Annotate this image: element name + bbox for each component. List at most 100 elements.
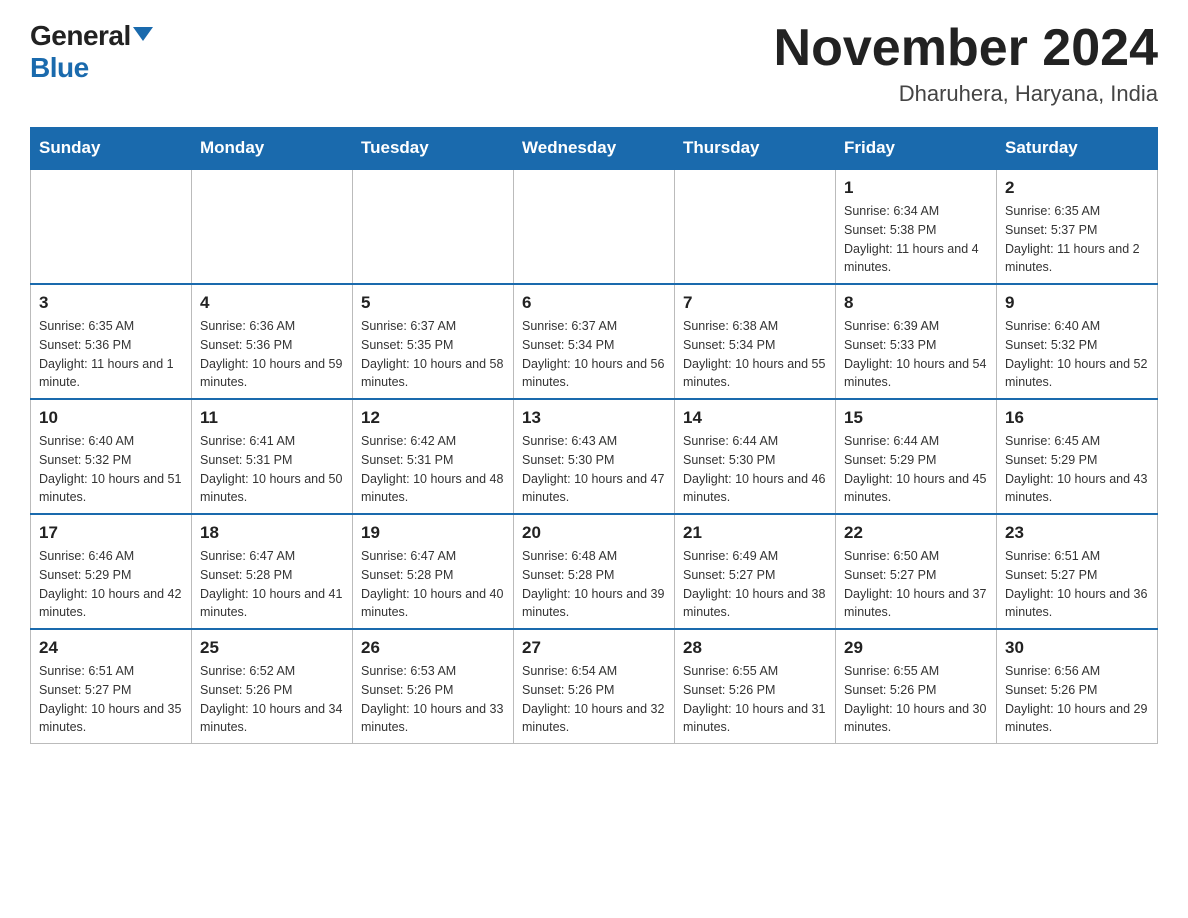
day-number: 22 [844, 523, 988, 543]
day-info: Sunrise: 6:37 AM Sunset: 5:34 PM Dayligh… [522, 317, 666, 392]
day-info: Sunrise: 6:55 AM Sunset: 5:26 PM Dayligh… [844, 662, 988, 737]
day-number: 1 [844, 178, 988, 198]
calendar-cell: 23 Sunrise: 6:51 AM Sunset: 5:27 PM Dayli… [997, 514, 1158, 629]
day-info: Sunrise: 6:53 AM Sunset: 5:26 PM Dayligh… [361, 662, 505, 737]
day-number: 3 [39, 293, 183, 313]
calendar-cell: 1 Sunrise: 6:34 AM Sunset: 5:38 PM Daylig… [836, 169, 997, 284]
day-number: 18 [200, 523, 344, 543]
calendar-cell: 2 Sunrise: 6:35 AM Sunset: 5:37 PM Daylig… [997, 169, 1158, 284]
calendar-cell: 4Sunrise: 6:36 AM Sunset: 5:36 PM Daylig… [192, 284, 353, 399]
day-info: Sunrise: 6:51 AM Sunset: 5:27 PM Dayligh… [39, 662, 183, 737]
week-row-5: 24 Sunrise: 6:51 AM Sunset: 5:27 PM Dayli… [31, 629, 1158, 744]
calendar-cell: 3 Sunrise: 6:35 AM Sunset: 5:36 PM Daylig… [31, 284, 192, 399]
calendar-title: November 2024 [774, 20, 1158, 77]
calendar-subtitle: Dharuhera, Haryana, India [774, 81, 1158, 107]
day-number: 9 [1005, 293, 1149, 313]
calendar-cell [31, 169, 192, 284]
day-info: Sunrise: 6:44 AM Sunset: 5:29 PM Dayligh… [844, 432, 988, 507]
week-row-3: 10 Sunrise: 6:40 AM Sunset: 5:32 PM Dayli… [31, 399, 1158, 514]
calendar-cell: 29Sunrise: 6:55 AM Sunset: 5:26 PM Dayli… [836, 629, 997, 744]
day-number: 10 [39, 408, 183, 428]
day-header-thursday: Thursday [675, 128, 836, 170]
day-info: Sunrise: 6:34 AM Sunset: 5:38 PM Dayligh… [844, 202, 988, 277]
calendar-cell [192, 169, 353, 284]
day-number: 24 [39, 638, 183, 658]
calendar-cell: 8 Sunrise: 6:39 AM Sunset: 5:33 PM Daylig… [836, 284, 997, 399]
logo: General Blue [30, 20, 153, 84]
day-info: Sunrise: 6:49 AM Sunset: 5:27 PM Dayligh… [683, 547, 827, 622]
calendar-cell: 22Sunrise: 6:50 AM Sunset: 5:27 PM Dayli… [836, 514, 997, 629]
calendar-cell: 25 Sunrise: 6:52 AM Sunset: 5:26 PM Dayli… [192, 629, 353, 744]
logo-triangle-icon [133, 27, 153, 41]
calendar-cell: 10 Sunrise: 6:40 AM Sunset: 5:32 PM Dayli… [31, 399, 192, 514]
day-info: Sunrise: 6:35 AM Sunset: 5:37 PM Dayligh… [1005, 202, 1149, 277]
calendar-cell: 18 Sunrise: 6:47 AM Sunset: 5:28 PM Dayli… [192, 514, 353, 629]
calendar-cell: 28 Sunrise: 6:55 AM Sunset: 5:26 PM Dayli… [675, 629, 836, 744]
logo-blue-text: Blue [30, 52, 89, 84]
day-info: Sunrise: 6:38 AM Sunset: 5:34 PM Dayligh… [683, 317, 827, 392]
day-number: 28 [683, 638, 827, 658]
calendar-cell [514, 169, 675, 284]
day-header-friday: Friday [836, 128, 997, 170]
calendar-cell: 6Sunrise: 6:37 AM Sunset: 5:34 PM Daylig… [514, 284, 675, 399]
day-number: 21 [683, 523, 827, 543]
day-info: Sunrise: 6:44 AM Sunset: 5:30 PM Dayligh… [683, 432, 827, 507]
day-info: Sunrise: 6:35 AM Sunset: 5:36 PM Dayligh… [39, 317, 183, 392]
day-number: 20 [522, 523, 666, 543]
day-number: 26 [361, 638, 505, 658]
day-info: Sunrise: 6:39 AM Sunset: 5:33 PM Dayligh… [844, 317, 988, 392]
days-of-week-row: SundayMondayTuesdayWednesdayThursdayFrid… [31, 128, 1158, 170]
day-number: 23 [1005, 523, 1149, 543]
day-info: Sunrise: 6:40 AM Sunset: 5:32 PM Dayligh… [39, 432, 183, 507]
logo-general-text: General [30, 20, 131, 52]
week-row-1: 1 Sunrise: 6:34 AM Sunset: 5:38 PM Daylig… [31, 169, 1158, 284]
day-number: 19 [361, 523, 505, 543]
calendar-cell: 17 Sunrise: 6:46 AM Sunset: 5:29 PM Dayli… [31, 514, 192, 629]
day-info: Sunrise: 6:47 AM Sunset: 5:28 PM Dayligh… [361, 547, 505, 622]
calendar-cell: 27 Sunrise: 6:54 AM Sunset: 5:26 PM Dayli… [514, 629, 675, 744]
title-area: November 2024 Dharuhera, Haryana, India [774, 20, 1158, 107]
day-number: 8 [844, 293, 988, 313]
day-number: 11 [200, 408, 344, 428]
calendar-cell: 11 Sunrise: 6:41 AM Sunset: 5:31 PM Dayli… [192, 399, 353, 514]
calendar-cell: 21 Sunrise: 6:49 AM Sunset: 5:27 PM Dayli… [675, 514, 836, 629]
calendar-cell: 24 Sunrise: 6:51 AM Sunset: 5:27 PM Dayli… [31, 629, 192, 744]
calendar-header: SundayMondayTuesdayWednesdayThursdayFrid… [31, 128, 1158, 170]
day-number: 15 [844, 408, 988, 428]
day-info: Sunrise: 6:55 AM Sunset: 5:26 PM Dayligh… [683, 662, 827, 737]
calendar-cell [353, 169, 514, 284]
day-info: Sunrise: 6:47 AM Sunset: 5:28 PM Dayligh… [200, 547, 344, 622]
day-number: 2 [1005, 178, 1149, 198]
week-row-4: 17 Sunrise: 6:46 AM Sunset: 5:29 PM Dayli… [31, 514, 1158, 629]
day-info: Sunrise: 6:51 AM Sunset: 5:27 PM Dayligh… [1005, 547, 1149, 622]
day-info: Sunrise: 6:41 AM Sunset: 5:31 PM Dayligh… [200, 432, 344, 507]
day-info: Sunrise: 6:40 AM Sunset: 5:32 PM Dayligh… [1005, 317, 1149, 392]
day-info: Sunrise: 6:43 AM Sunset: 5:30 PM Dayligh… [522, 432, 666, 507]
day-header-wednesday: Wednesday [514, 128, 675, 170]
calendar-table: SundayMondayTuesdayWednesdayThursdayFrid… [30, 127, 1158, 744]
day-info: Sunrise: 6:37 AM Sunset: 5:35 PM Dayligh… [361, 317, 505, 392]
calendar-cell: 15 Sunrise: 6:44 AM Sunset: 5:29 PM Dayli… [836, 399, 997, 514]
calendar-cell: 20 Sunrise: 6:48 AM Sunset: 5:28 PM Dayli… [514, 514, 675, 629]
calendar-cell: 13 Sunrise: 6:43 AM Sunset: 5:30 PM Dayli… [514, 399, 675, 514]
day-info: Sunrise: 6:46 AM Sunset: 5:29 PM Dayligh… [39, 547, 183, 622]
day-info: Sunrise: 6:36 AM Sunset: 5:36 PM Dayligh… [200, 317, 344, 392]
day-number: 5 [361, 293, 505, 313]
day-header-monday: Monday [192, 128, 353, 170]
day-number: 16 [1005, 408, 1149, 428]
day-number: 14 [683, 408, 827, 428]
calendar-cell: 16Sunrise: 6:45 AM Sunset: 5:29 PM Dayli… [997, 399, 1158, 514]
day-info: Sunrise: 6:42 AM Sunset: 5:31 PM Dayligh… [361, 432, 505, 507]
day-number: 13 [522, 408, 666, 428]
day-info: Sunrise: 6:48 AM Sunset: 5:28 PM Dayligh… [522, 547, 666, 622]
day-info: Sunrise: 6:52 AM Sunset: 5:26 PM Dayligh… [200, 662, 344, 737]
calendar-cell: 26 Sunrise: 6:53 AM Sunset: 5:26 PM Dayli… [353, 629, 514, 744]
day-info: Sunrise: 6:54 AM Sunset: 5:26 PM Dayligh… [522, 662, 666, 737]
day-number: 27 [522, 638, 666, 658]
day-number: 7 [683, 293, 827, 313]
day-number: 25 [200, 638, 344, 658]
day-info: Sunrise: 6:56 AM Sunset: 5:26 PM Dayligh… [1005, 662, 1149, 737]
page-header: General Blue November 2024 Dharuhera, Ha… [30, 20, 1158, 107]
day-number: 17 [39, 523, 183, 543]
day-header-saturday: Saturday [997, 128, 1158, 170]
